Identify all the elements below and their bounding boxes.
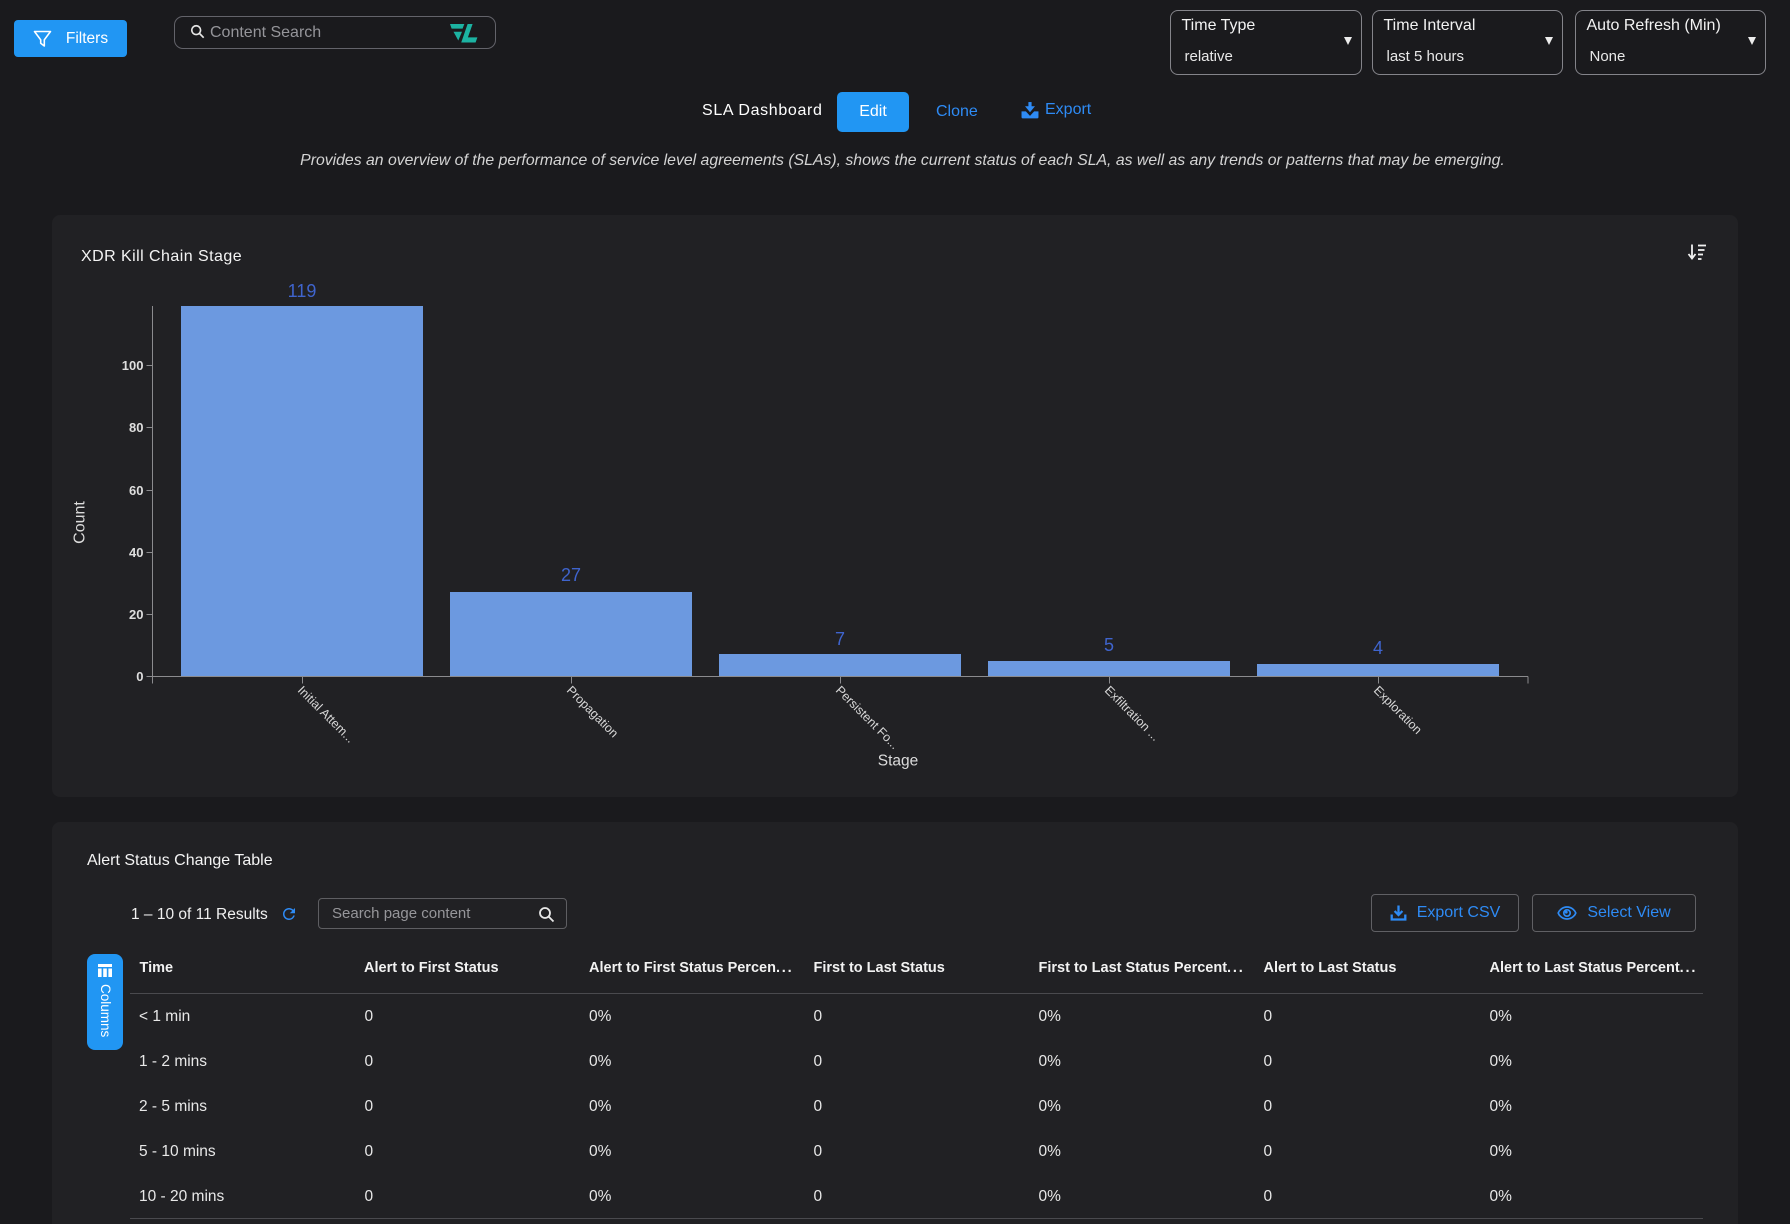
svg-text:100: 100 [122, 358, 144, 373]
svg-text:Persistent Fo...: Persistent Fo... [833, 683, 902, 752]
svg-text:Initial Attem...: Initial Attem... [295, 683, 357, 745]
svg-text:80: 80 [129, 420, 143, 435]
svg-text:Propagation: Propagation [564, 683, 621, 740]
svg-text:27: 27 [561, 565, 581, 585]
svg-text:60: 60 [129, 483, 143, 498]
svg-text:Stage: Stage [878, 753, 919, 770]
svg-text:4: 4 [1373, 638, 1383, 658]
svg-text:0: 0 [136, 669, 143, 684]
svg-text:20: 20 [129, 607, 143, 622]
svg-text:Exploration: Exploration [1371, 683, 1425, 737]
svg-text:Count: Count [72, 501, 89, 544]
svg-text:7: 7 [835, 629, 845, 649]
svg-text:40: 40 [129, 545, 143, 560]
svg-text:119: 119 [288, 281, 317, 301]
svg-text:Exfiltration ...: Exfiltration ... [1102, 683, 1163, 744]
svg-text:5: 5 [1104, 635, 1114, 655]
